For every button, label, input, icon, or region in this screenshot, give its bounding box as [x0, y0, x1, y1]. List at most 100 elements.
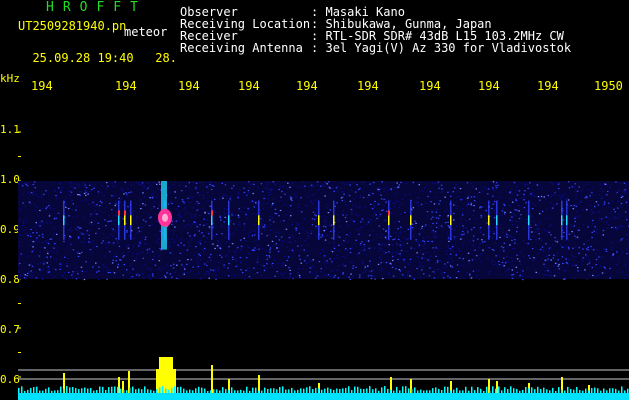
noise-speck: [438, 187, 440, 189]
noise-speck: [495, 263, 497, 265]
noise-speck: [554, 262, 557, 264]
noise-speck: [194, 234, 196, 236]
noise-speck: [509, 219, 511, 221]
noise-speck: [93, 205, 96, 207]
noise-speck: [386, 210, 388, 212]
noise-speck: [252, 213, 255, 215]
x-tick-label: 194: [178, 79, 200, 93]
noise-speck: [531, 231, 533, 233]
noise-speck: [536, 184, 539, 186]
noise-speck: [193, 221, 196, 223]
noise-speck: [229, 198, 231, 200]
noise-speck: [327, 274, 330, 276]
noise-speck: [167, 187, 170, 189]
noise-speck: [85, 198, 87, 200]
noise-speck: [181, 264, 183, 266]
noise-speck: [514, 239, 516, 241]
noise-speck: [601, 256, 603, 258]
baseline-jitter: [156, 388, 158, 393]
noise-speck: [412, 228, 414, 230]
noise-speck: [426, 211, 429, 213]
noise-speck: [515, 198, 517, 200]
noise-speck: [47, 243, 50, 245]
noise-speck: [55, 217, 57, 219]
noise-speck: [289, 269, 291, 271]
noise-speck: [255, 240, 257, 242]
noise-speck: [286, 259, 288, 262]
noise-speck: [158, 244, 161, 246]
noise-speck: [56, 233, 58, 235]
noise-speck: [550, 275, 552, 277]
noise-speck: [65, 278, 67, 280]
noise-speck: [605, 248, 607, 251]
noise-speck: [277, 262, 280, 264]
noise-speck: [114, 253, 116, 255]
noise-speck: [382, 261, 385, 263]
noise-speck: [114, 220, 117, 222]
noise-speck: [154, 264, 157, 266]
noise-speck: [151, 193, 154, 195]
noise-speck: [576, 211, 578, 213]
noise-speck: [37, 215, 40, 217]
noise-speck: [200, 277, 203, 279]
noise-speck: [195, 188, 198, 190]
noise-speck: [245, 195, 248, 197]
noise-speck: [209, 183, 211, 186]
noise-speck: [605, 268, 607, 270]
noise-speck: [253, 183, 255, 185]
noise-speck: [479, 227, 482, 229]
noise-speck: [31, 244, 33, 246]
noise-speck: [64, 256, 66, 258]
noise-speck: [579, 202, 581, 204]
noise-speck: [61, 187, 63, 189]
noise-speck: [247, 246, 250, 248]
noise-speck: [384, 236, 386, 238]
noise-speck: [346, 254, 349, 256]
noise-speck: [532, 202, 534, 204]
noise-speck: [333, 276, 336, 278]
baseline-jitter: [234, 390, 236, 393]
noise-speck: [269, 247, 272, 249]
noise-speck: [101, 202, 103, 204]
baseline-jitter: [372, 389, 374, 393]
noise-speck: [534, 204, 536, 206]
noise-speck: [93, 187, 95, 189]
noise-speck: [374, 200, 376, 202]
noise-speck: [582, 187, 584, 189]
noise-speck: [399, 232, 401, 234]
noise-speck: [75, 267, 78, 269]
noise-speck: [120, 226, 123, 228]
noise-speck: [596, 241, 599, 243]
noise-speck: [582, 248, 584, 250]
noise-speck: [565, 244, 567, 246]
noise-speck: [290, 215, 292, 217]
noise-speck: [589, 260, 591, 262]
noise-speck: [249, 186, 251, 188]
noise-speck: [418, 265, 421, 267]
noise-speck: [502, 248, 504, 251]
noise-speck: [18, 259, 20, 261]
noise-speck: [397, 201, 399, 203]
noise-speck: [49, 207, 51, 209]
noise-speck: [259, 218, 262, 220]
baseline-jitter: [183, 388, 185, 393]
noise-speck: [592, 194, 594, 196]
noise-speck: [140, 231, 143, 233]
noise-speck: [291, 183, 294, 185]
baseline-jitter: [120, 388, 122, 393]
baseline-jitter: [603, 388, 605, 393]
noise-speck: [461, 234, 463, 236]
baseline-jitter: [300, 388, 302, 393]
noise-speck: [77, 194, 79, 196]
noise-speck: [349, 278, 351, 281]
noise-speck: [349, 184, 351, 186]
noise-speck: [493, 183, 495, 185]
noise-speck: [55, 258, 58, 261]
noise-speck: [21, 185, 24, 187]
noise-speck: [225, 255, 227, 257]
noise-speck: [388, 240, 390, 242]
noise-speck: [187, 259, 189, 261]
noise-speck: [473, 226, 475, 229]
noise-speck: [75, 278, 78, 280]
noise-speck: [507, 261, 510, 263]
